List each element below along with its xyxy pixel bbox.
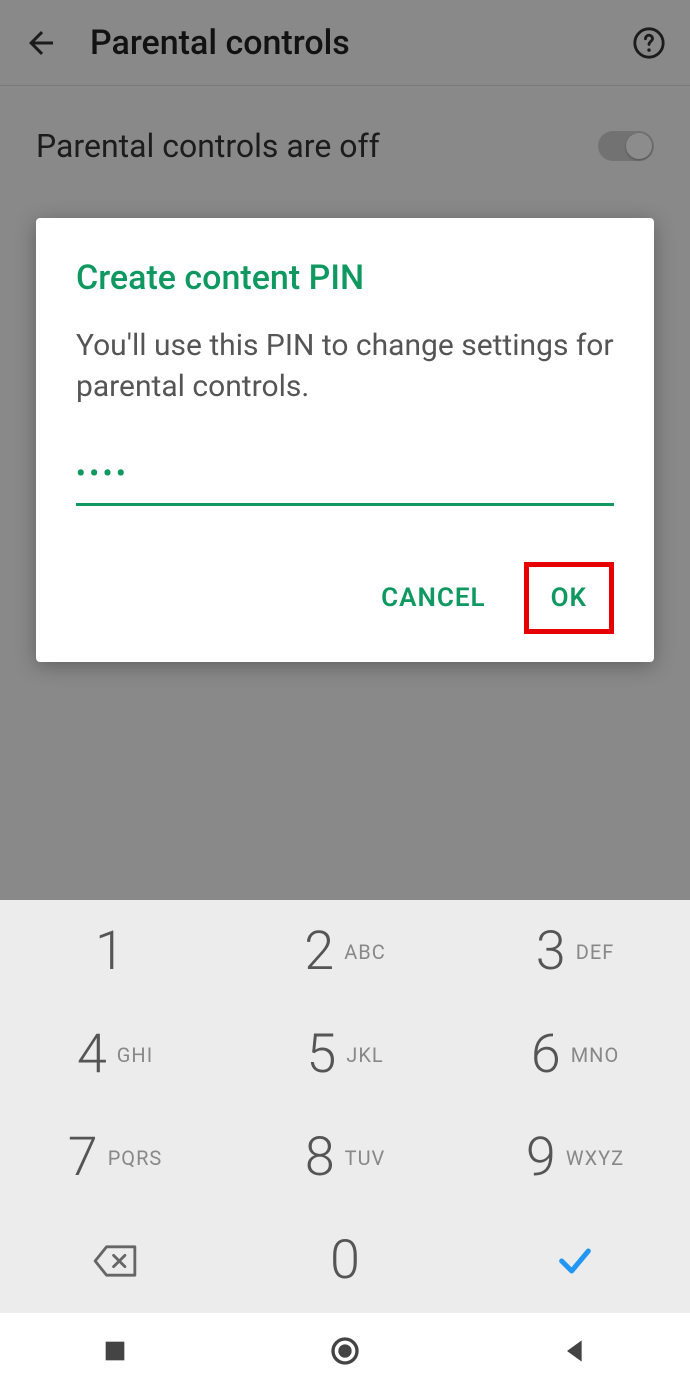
key-3[interactable]: 3DEF: [460, 900, 690, 1003]
arrow-left-icon: [23, 25, 59, 61]
parental-toggle-label: Parental controls are off: [36, 127, 598, 165]
app-topbar: Parental controls: [0, 0, 690, 86]
dialog-actions: CANCEL OK: [76, 562, 614, 634]
nav-home-button[interactable]: [329, 1335, 361, 1371]
system-navbar: [0, 1312, 690, 1392]
dialog-title: Create content PIN: [76, 258, 614, 298]
key-6[interactable]: 6MNO: [460, 1003, 690, 1106]
parental-toggle-row[interactable]: Parental controls are off: [36, 86, 654, 206]
page-title: Parental controls: [90, 23, 628, 63]
pin-input[interactable]: ••••: [76, 453, 614, 506]
key-9[interactable]: 9WXYZ: [460, 1106, 690, 1209]
backspace-icon: [92, 1244, 138, 1278]
key-1[interactable]: 1: [0, 900, 230, 1003]
nav-recent-button[interactable]: [99, 1335, 131, 1371]
key-0[interactable]: 0: [230, 1209, 460, 1312]
ok-button-highlight: OK: [524, 562, 614, 634]
dialog-body: You'll use this PIN to change settings f…: [76, 326, 614, 407]
check-icon: [555, 1241, 595, 1281]
square-icon: [99, 1335, 131, 1367]
key-4[interactable]: 4GHI: [0, 1003, 230, 1106]
key-7[interactable]: 7PQRS: [0, 1106, 230, 1209]
key-2[interactable]: 2ABC: [230, 900, 460, 1003]
key-5[interactable]: 5JKL: [230, 1003, 460, 1106]
help-circle-icon: [632, 26, 666, 60]
back-button[interactable]: [20, 22, 62, 64]
create-pin-dialog: Create content PIN You'll use this PIN t…: [36, 218, 654, 662]
nav-back-button[interactable]: [559, 1335, 591, 1371]
key-confirm[interactable]: [460, 1209, 690, 1312]
parental-toggle-switch[interactable]: [598, 131, 654, 161]
numeric-keypad: 1 2ABC 3DEF 4GHI 5JKL 6MNO 7PQRS 8TUV 9W…: [0, 900, 690, 1312]
key-8[interactable]: 8TUV: [230, 1106, 460, 1209]
cancel-button[interactable]: CANCEL: [367, 567, 499, 629]
ok-button[interactable]: OK: [533, 571, 605, 625]
triangle-left-icon: [559, 1335, 591, 1367]
help-button[interactable]: [628, 22, 670, 64]
key-backspace[interactable]: [0, 1209, 230, 1312]
circle-icon: [329, 1335, 361, 1367]
